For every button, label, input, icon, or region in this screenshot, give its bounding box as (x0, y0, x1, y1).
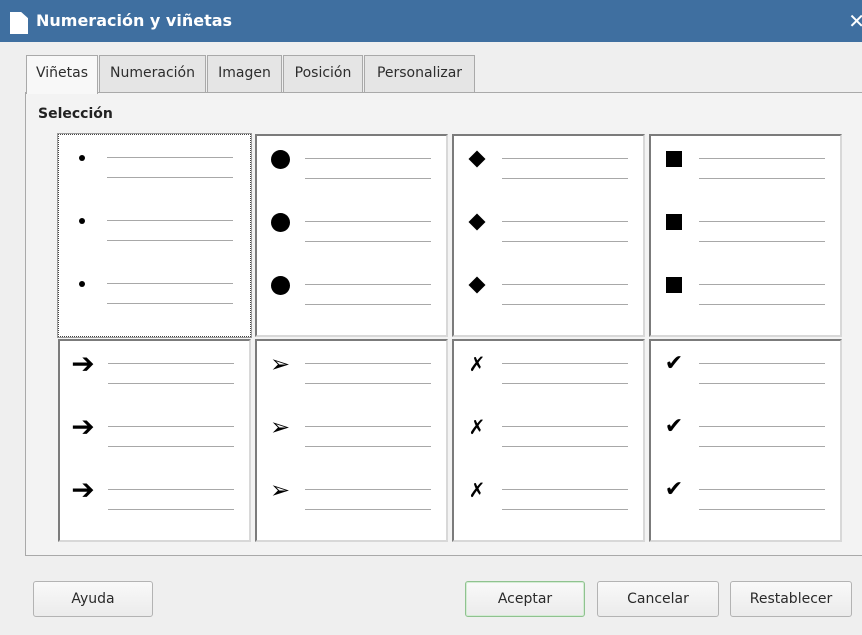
check-mark-bullet-icon: ✔ (664, 351, 684, 376)
bold-arrow-bullet-icon: ➔ (71, 347, 95, 380)
large-circle-bullet-icon (270, 149, 290, 169)
large-circle-bullet-icon (270, 275, 290, 295)
cancel-button[interactable]: Cancelar (597, 581, 719, 617)
tab-vinetas[interactable]: Viñetas (26, 55, 98, 94)
diamond-bullet-icon (468, 276, 486, 294)
bullet-style-diamond[interactable] (452, 134, 645, 337)
cross-mark-bullet-icon: ✗ (468, 415, 486, 439)
large-circle-bullet-icon (270, 212, 290, 232)
document-icon (10, 12, 28, 34)
arrowhead-bullet-icon: ➢ (269, 350, 291, 378)
small-dot-bullet-icon (79, 218, 85, 224)
bold-arrow-bullet-icon: ➔ (71, 473, 95, 506)
dialog-title: Numeración y viñetas (36, 11, 233, 30)
bullet-style-circle[interactable] (255, 134, 448, 337)
bullet-style-arrowhead[interactable]: ➢ ➢ ➢ (255, 339, 448, 542)
dialog-window: Numeración y viñetas ✕ Viñetas Numeració… (0, 0, 862, 635)
selection-frame-label: Selección (38, 106, 113, 122)
bullet-style-bold-arrow[interactable]: ➔ ➔ ➔ (58, 339, 251, 542)
cross-mark-bullet-icon: ✗ (468, 478, 486, 502)
check-mark-bullet-icon: ✔ (664, 477, 684, 502)
arrowhead-bullet-icon: ➢ (269, 413, 291, 441)
title-bar: Numeración y viñetas ✕ (0, 0, 862, 42)
bullet-style-dot[interactable] (57, 133, 252, 338)
small-dot-bullet-icon (79, 281, 85, 287)
diamond-bullet-icon (468, 213, 486, 231)
help-button[interactable]: Ayuda (33, 581, 153, 617)
check-mark-bullet-icon: ✔ (664, 414, 684, 439)
tab-personalizar[interactable]: Personalizar (364, 55, 475, 93)
close-icon[interactable]: ✕ (848, 9, 862, 33)
tab-imagen[interactable]: Imagen (207, 55, 282, 93)
bullet-style-grid: ➔ ➔ ➔ ➢ ➢ ➢ ✗ ✗ ✗ ✔ ✔ ✔ (57, 133, 845, 544)
tab-panel: Selección ➔ ➔ ➔ ➢ ➢ ➢ ✗ ✗ ✗ ✔ ✔ ✔ (25, 92, 862, 556)
bullet-style-cross-mark[interactable]: ✗ ✗ ✗ (452, 339, 645, 542)
diamond-bullet-icon (468, 150, 486, 168)
cross-mark-bullet-icon: ✗ (468, 352, 486, 376)
small-dot-bullet-icon (79, 155, 85, 161)
bold-arrow-bullet-icon: ➔ (71, 410, 95, 443)
arrowhead-bullet-icon: ➢ (269, 476, 291, 504)
square-bullet-icon (666, 214, 682, 230)
bullet-style-check-mark[interactable]: ✔ ✔ ✔ (649, 339, 842, 542)
square-bullet-icon (666, 151, 682, 167)
ok-button[interactable]: Aceptar (465, 581, 585, 617)
bullet-style-square[interactable] (649, 134, 842, 337)
reset-button[interactable]: Restablecer (730, 581, 852, 617)
tab-numeracion[interactable]: Numeración (99, 55, 206, 93)
tab-posicion[interactable]: Posición (283, 55, 363, 93)
square-bullet-icon (666, 277, 682, 293)
